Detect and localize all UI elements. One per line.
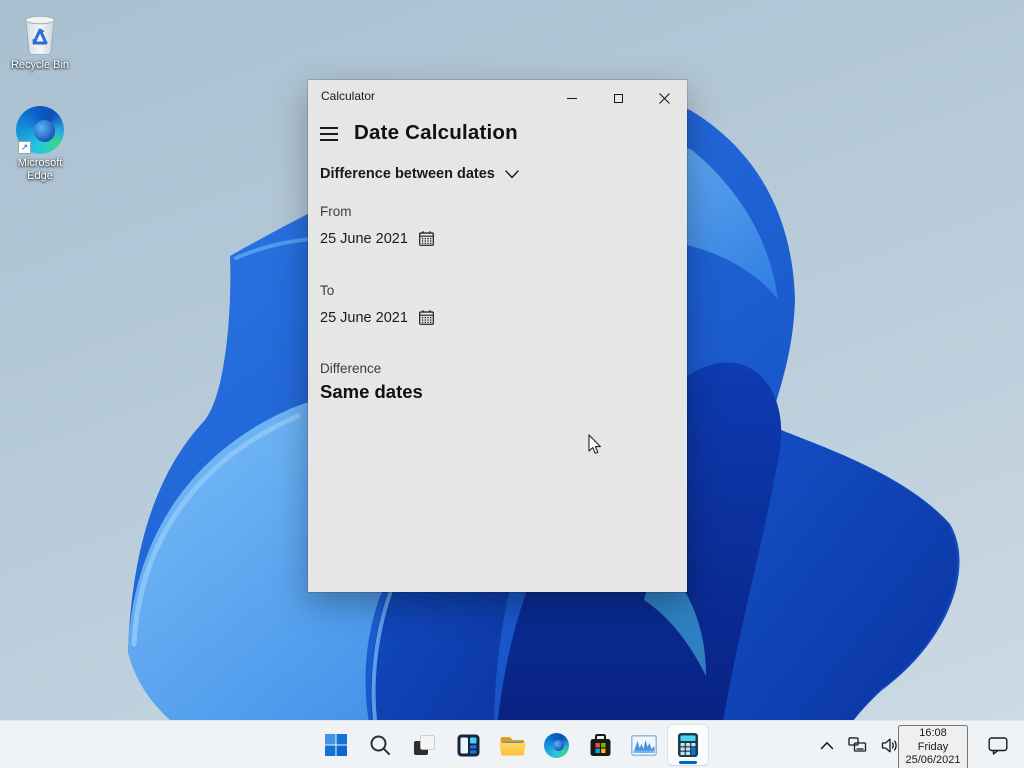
microsoft-store-icon: [590, 733, 610, 756]
from-label: From: [320, 204, 352, 219]
taskbar-app-group: [316, 725, 708, 765]
tray-chevron-button[interactable]: [818, 739, 836, 752]
task-view-button[interactable]: [404, 725, 444, 765]
menu-button[interactable]: [320, 127, 338, 141]
recycle-bin-icon: [25, 15, 55, 55]
task-view-icon: [413, 734, 435, 755]
window-title: Calculator: [321, 89, 376, 103]
edge-icon: ↗: [16, 106, 64, 154]
task-manager-icon: [631, 734, 657, 756]
system-tray: [818, 721, 901, 768]
to-date-picker[interactable]: 25 June 2021: [320, 309, 435, 326]
desktop-icon-recycle-bin[interactable]: Recycle Bin: [4, 10, 76, 72]
speaker-icon: [881, 738, 897, 752]
notification-center-button[interactable]: [988, 721, 1008, 768]
calendar-icon: [418, 310, 434, 325]
calculator-button[interactable]: [668, 725, 708, 765]
to-label: To: [320, 283, 335, 298]
maximize-button[interactable]: [595, 80, 641, 116]
network-ethernet-icon: [848, 737, 867, 752]
to-date-value: 25 June 2021: [320, 309, 408, 326]
difference-label: Difference: [320, 361, 382, 376]
clock-date: 25/06/2021: [905, 754, 961, 766]
window-controls: [549, 80, 687, 116]
difference-result: Same dates: [320, 381, 423, 402]
search-icon: [370, 735, 390, 755]
windows-start-icon: [325, 734, 347, 756]
maximize-icon: [613, 93, 623, 103]
shortcut-arrow-icon: ↗: [18, 141, 31, 154]
edge-icon: [543, 732, 569, 758]
task-manager-button[interactable]: [624, 725, 664, 765]
desktop-icon-label: Recycle Bin: [10, 59, 70, 71]
mouse-cursor: [588, 434, 601, 454]
mode-label: Difference between dates: [320, 166, 495, 182]
minimize-icon: [567, 97, 577, 99]
search-button[interactable]: [360, 725, 400, 765]
widgets-button[interactable]: [448, 725, 488, 765]
chevron-down-icon: [505, 169, 519, 178]
desktop: Recycle Bin ↗ Microsoft Edge Calculator: [0, 0, 1024, 768]
hamburger-icon: [320, 127, 338, 129]
clock-time: 16:08: [919, 727, 947, 739]
calculator-icon: [678, 733, 698, 757]
notification-bubble-icon: [988, 736, 1008, 755]
edge-button[interactable]: [536, 725, 576, 765]
minimize-button[interactable]: [549, 80, 595, 116]
from-date-picker[interactable]: 25 June 2021: [320, 230, 435, 247]
file-explorer-button[interactable]: [492, 725, 532, 765]
calendar-icon: [418, 231, 434, 246]
microsoft-store-button[interactable]: [580, 725, 620, 765]
clock-day: Friday: [917, 740, 949, 753]
chevron-up-icon: [820, 741, 834, 749]
taskbar-clock[interactable]: 16:08 Friday 25/06/2021: [898, 725, 968, 768]
window-titlebar[interactable]: Calculator: [308, 80, 687, 116]
desktop-icon-label: Microsoft Edge: [17, 157, 63, 182]
page-title: Date Calculation: [354, 121, 518, 144]
file-explorer-icon: [499, 736, 525, 755]
date-mode-selector[interactable]: Difference between dates: [320, 166, 519, 182]
close-button[interactable]: [641, 80, 687, 116]
from-date-value: 25 June 2021: [320, 230, 408, 247]
start-button[interactable]: [316, 725, 356, 765]
widgets-icon: [457, 734, 479, 756]
close-icon: [658, 92, 670, 104]
desktop-icon-microsoft-edge[interactable]: ↗ Microsoft Edge: [4, 106, 76, 183]
calculator-window: Calculator Date Calculation Difference b…: [308, 80, 687, 592]
taskbar: 16:08 Friday 25/06/2021: [0, 720, 1024, 768]
network-button[interactable]: [846, 735, 869, 755]
